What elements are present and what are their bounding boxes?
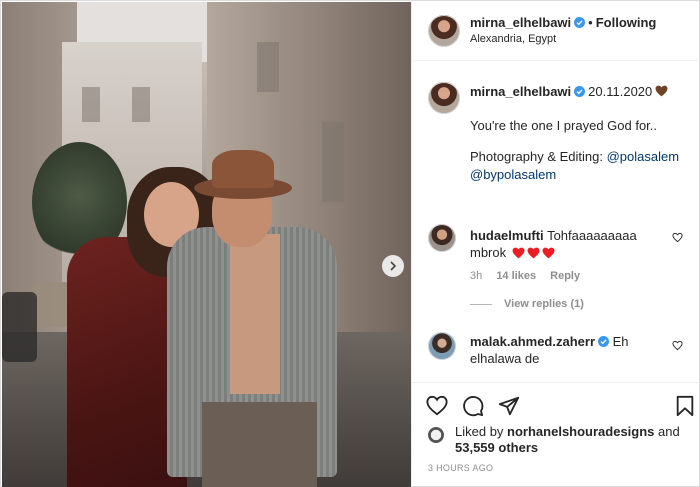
post-header: mirna_elhelbawi • Following Alexandria, Eg… — [412, 2, 700, 61]
mention-link-bypolasalem[interactable]: @bypolasalem — [470, 167, 556, 182]
post-actions: Liked by norhanelshouradesigns and 53,55… — [412, 382, 700, 487]
header-separator: • — [588, 15, 593, 30]
photo-man-shirt — [230, 234, 280, 394]
comment-body: malak.ahmed.zaherr Eh elhalawa de — [470, 333, 670, 367]
mention-link-polasalem[interactable]: @polasalem — [607, 149, 679, 164]
avatar-ring — [428, 82, 460, 114]
caption-credit: Photography & Editing: @polasalem @bypol… — [470, 148, 690, 184]
photo-hat — [212, 150, 274, 188]
avatar[interactable] — [428, 15, 460, 47]
commenter-username[interactable]: hudaelmufti — [470, 228, 544, 243]
caption-text: You're the one I prayed God for.. — [470, 118, 658, 133]
share-paper-plane-icon[interactable] — [498, 395, 520, 417]
comments-list[interactable]: mirna_elhelbawi 20.11.2020 You're the one… — [412, 62, 700, 382]
liker-avatar[interactable] — [428, 427, 444, 443]
liked-by-username[interactable]: norhanelshouradesigns — [507, 424, 654, 439]
brown-heart-emoji-icon — [655, 85, 668, 97]
comment-body: hudaelmufti Tohfaaaaaaaaa mbrok — [470, 227, 670, 263]
comment-like-heart-icon[interactable] — [672, 232, 683, 243]
comment-like-heart-icon[interactable] — [672, 340, 683, 351]
photo-window — [82, 87, 100, 122]
avatar[interactable] — [428, 332, 456, 360]
header-username-row: mirna_elhelbawi • Following — [470, 15, 656, 30]
red-heart-icon — [527, 247, 540, 259]
verified-badge-icon — [574, 86, 586, 97]
red-heart-icon — [542, 247, 555, 259]
caption-header: mirna_elhelbawi 20.11.2020 — [470, 84, 668, 99]
next-photo-button[interactable] — [382, 255, 404, 277]
caption-credit-prefix: Photography & Editing: — [470, 149, 603, 164]
comment-likes-count[interactable]: 14 likes — [496, 270, 536, 282]
verified-badge-icon — [574, 17, 586, 28]
caption-username[interactable]: mirna_elhelbawi — [470, 84, 571, 99]
post-side-pane: mirna_elhelbawi • Following Alexandria, Eg… — [411, 2, 700, 487]
red-hearts-emoji — [510, 246, 555, 263]
photo-man-pants — [202, 402, 317, 487]
avatar-ring — [428, 15, 460, 47]
avatar-ring — [428, 224, 456, 252]
following-button[interactable]: Following — [596, 15, 657, 30]
liked-by-prefix: Liked by — [455, 424, 504, 439]
red-heart-icon — [512, 247, 525, 259]
comment-age: 3h — [470, 270, 483, 282]
photo-motorcycle — [2, 292, 37, 362]
reply-button[interactable]: Reply — [550, 270, 580, 282]
avatar[interactable] — [428, 82, 460, 114]
liked-by-and: and — [658, 424, 680, 439]
avatar[interactable] — [428, 224, 456, 252]
like-heart-icon[interactable] — [426, 395, 448, 417]
comment-meta: 3h 14 likes Reply — [470, 270, 591, 282]
photo-window — [322, 122, 344, 202]
commenter-username[interactable]: malak.ahmed.zaherr — [470, 334, 595, 349]
avatar-ring — [428, 332, 456, 360]
verified-badge-icon — [598, 336, 610, 347]
liker-avatar-image — [428, 427, 444, 443]
caption-date: 20.11.2020 — [588, 84, 653, 99]
view-replies-label: View replies (1) — [504, 298, 584, 310]
save-bookmark-icon[interactable] — [674, 395, 696, 417]
author-username[interactable]: mirna_elhelbawi — [470, 15, 571, 30]
likes-count-link[interactable]: 53,559 others — [455, 440, 538, 455]
comment-bubble-icon[interactable] — [462, 395, 484, 417]
chevron-right-icon — [390, 261, 397, 271]
view-replies-button[interactable]: View replies (1) — [470, 298, 584, 310]
photo-window — [257, 42, 279, 92]
post-timestamp[interactable]: 3 hours ago — [428, 463, 493, 473]
replies-rule — [470, 303, 492, 305]
instagram-post-window: mirna_elhelbawi • Following Alexandria, Eg… — [0, 0, 700, 487]
post-photo[interactable] — [2, 2, 411, 487]
photo-window — [132, 87, 150, 122]
liked-by-summary: Liked by norhanelshouradesigns and 53,55… — [455, 424, 690, 456]
post-location[interactable]: Alexandria, Egypt — [470, 33, 556, 45]
